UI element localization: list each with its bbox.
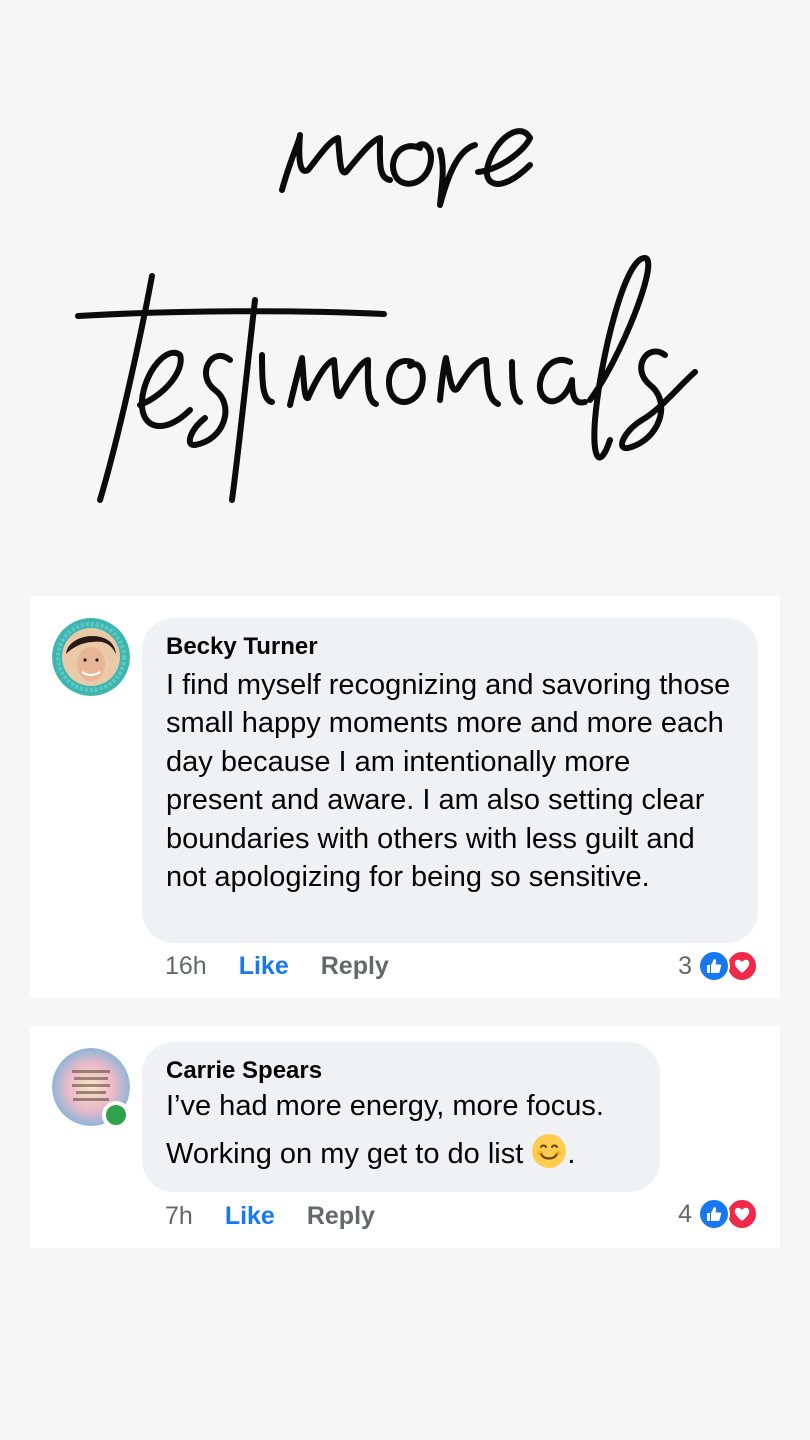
online-status-icon (102, 1101, 130, 1129)
comment-bubble: Becky Turner I find myself recognizing a… (142, 618, 758, 943)
comment-text-segment: Working on my get to do list (166, 1138, 524, 1170)
like-reaction-icon (698, 1198, 730, 1230)
comment-text-line: Working on my get to do list . (166, 1130, 636, 1178)
comment-text-line: I’ve had more energy, more focus. (166, 1090, 604, 1122)
like-reaction-icon (698, 950, 730, 982)
reaction-count: 4 (678, 1199, 692, 1228)
reaction-count: 3 (678, 951, 692, 980)
avatar-badge-icon (52, 618, 130, 696)
comment-card: Carrie Spears I’ve had more energy, more… (30, 1026, 780, 1248)
comment-timestamp[interactable]: 16h (165, 952, 207, 981)
smiling-face-emoji-icon (532, 1134, 567, 1168)
reactions-summary[interactable]: 4 (678, 1198, 758, 1230)
comment-author[interactable]: Becky Turner (166, 632, 734, 662)
reactions-summary[interactable]: 3 (678, 950, 758, 982)
comment-text: I find myself recognizing and savoring t… (166, 669, 731, 894)
comment-card: Becky Turner I find myself recognizing a… (30, 596, 780, 998)
headline-script-art (75, 128, 698, 503)
comment-actions: 16h Like Reply (165, 952, 389, 981)
love-reaction-icon (726, 1198, 758, 1230)
comment-text-end: . (567, 1138, 576, 1170)
like-button[interactable]: Like (225, 1202, 275, 1231)
reply-button[interactable]: Reply (307, 1202, 375, 1231)
avatar[interactable] (52, 618, 130, 696)
comment-bubble: Carrie Spears I’ve had more energy, more… (142, 1042, 660, 1192)
like-button[interactable]: Like (239, 952, 289, 981)
comment-text: I’ve had more energy, more focus. Workin… (166, 1082, 636, 1178)
comment-actions: 7h Like Reply (165, 1202, 375, 1231)
love-reaction-icon (726, 950, 758, 982)
comment-timestamp[interactable]: 7h (165, 1202, 193, 1231)
reply-button[interactable]: Reply (321, 952, 389, 981)
